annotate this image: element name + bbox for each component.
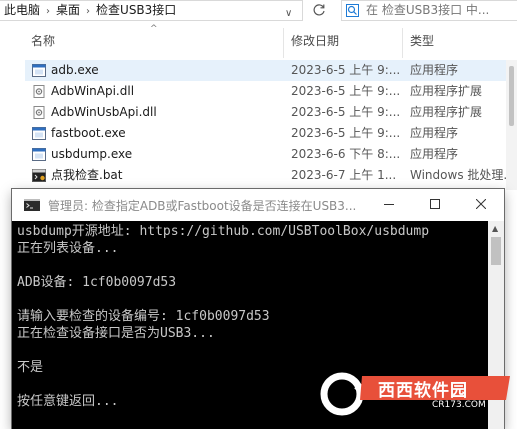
refresh-button[interactable] (306, 0, 332, 21)
maximize-icon (430, 199, 440, 209)
minimize-button[interactable] (366, 189, 412, 221)
column-divider[interactable] (402, 28, 403, 58)
watermark-sub: CR173.COM (432, 400, 486, 410)
maximize-button[interactable] (412, 189, 458, 221)
file-row-fastboot[interactable]: fastboot.exe 2023-6-5 上午 9:... 应用程序 (25, 123, 517, 144)
column-date[interactable]: 修改日期 (291, 33, 339, 49)
minimize-icon (384, 204, 394, 205)
breadcrumb-desktop[interactable]: 桌面 (56, 1, 80, 20)
file-name: 点我检查.bat (51, 168, 123, 182)
exe-icon (32, 64, 46, 77)
file-type: Windows 批处理... (410, 168, 515, 182)
cmd-icon (24, 199, 40, 211)
file-name: fastboot.exe (51, 126, 126, 140)
chevron-right-icon[interactable]: › (40, 2, 56, 21)
file-date: 2023-6-5 上午 9:... (291, 63, 401, 77)
file-date: 2023-6-5 上午 9:... (291, 126, 401, 140)
close-button[interactable] (458, 189, 504, 221)
chevron-right-icon[interactable]: › (80, 2, 96, 21)
scrollbar-thumb[interactable] (509, 66, 514, 126)
file-date: 2023-6-6 下午 8:... (291, 147, 401, 161)
scroll-up-icon[interactable]: ▲ (492, 224, 498, 233)
bat-icon (32, 169, 46, 182)
file-list: adb.exe 2023-6-5 上午 9:... 应用程序 AdbWinApi… (0, 60, 517, 188)
file-date: 2023-6-5 上午 9:... (291, 105, 401, 119)
explorer-scrollbar[interactable] (506, 60, 517, 190)
watermark-text: 西西软件园 (378, 381, 468, 401)
file-row-adbwinapi[interactable]: AdbWinApi.dll 2023-6-5 上午 9:... 应用程序扩展 (25, 81, 517, 102)
console-line: 请输入要检查的设备编号: 1cf0b0097d53 (17, 309, 270, 324)
search-placeholder: 在 检查USB3接口 中... (366, 3, 490, 17)
scrollbar-thumb[interactable] (491, 237, 501, 265)
search-input[interactable]: 在 检查USB3接口 中... (341, 0, 517, 21)
file-type: 应用程序扩展 (410, 105, 483, 119)
file-row-adbwinusbapi[interactable]: AdbWinUsbApi.dll 2023-6-5 上午 9:... 应用程序扩… (25, 102, 517, 123)
chevron-down-icon[interactable]: ∨ (285, 4, 292, 23)
exe-icon (32, 148, 46, 161)
file-type: 应用程序 (410, 147, 459, 161)
file-name: usbdump.exe (51, 147, 133, 161)
file-row-adb[interactable]: adb.exe 2023-6-5 上午 9:... 应用程序 (25, 60, 517, 81)
dll-icon (33, 106, 45, 119)
watermark-logo: 西西软件园 CR173.COM (320, 370, 510, 418)
console-line: 正在列表设备... (17, 241, 119, 256)
file-date: 2023-6-7 上午 1... (291, 168, 397, 182)
file-name: AdbWinApi.dll (51, 84, 135, 98)
console-line: ADB设备: 1cf0b0097d53 (17, 275, 177, 290)
file-type: 应用程序 (410, 63, 459, 77)
file-row-bat[interactable]: 点我检查.bat 2023-6-7 上午 1... Windows 批处理... (25, 165, 517, 186)
console-line: usbdump开源地址: https://github.com/USBToolB… (17, 224, 430, 239)
refresh-icon (313, 4, 325, 16)
column-type[interactable]: 类型 (410, 33, 434, 49)
dll-icon (33, 85, 45, 98)
close-icon (475, 198, 487, 210)
address-bar[interactable]: 此电脑 › 桌面 › 检查USB3接口 ∨ 在 检查USB3接口 中... (0, 0, 517, 22)
file-type: 应用程序扩展 (410, 84, 483, 98)
file-type: 应用程序 (410, 126, 459, 140)
file-name: adb.exe (51, 63, 99, 77)
column-divider[interactable] (283, 28, 284, 58)
exe-icon (32, 127, 46, 140)
breadcrumb-folder[interactable]: 检查USB3接口 (96, 1, 176, 20)
sort-up-icon: ^ (150, 24, 158, 34)
file-row-usbdump[interactable]: usbdump.exe 2023-6-6 下午 8:... 应用程序 (25, 144, 517, 165)
console-title: 管理员: 检查指定ADB或Fastboot设备是否连接在USB3... (48, 199, 357, 213)
file-name: AdbWinUsbApi.dll (51, 105, 157, 119)
column-name[interactable]: 名称 (31, 33, 55, 49)
search-icon (346, 4, 359, 17)
breadcrumb-this-pc[interactable]: 此电脑 (0, 1, 40, 20)
breadcrumb[interactable]: 此电脑 › 桌面 › 检查USB3接口 ∨ (0, 0, 303, 21)
console-line: 正在检查设备接口是否为USB3... (17, 326, 215, 341)
file-date: 2023-6-5 上午 9:... (291, 84, 401, 98)
console-titlebar[interactable]: 管理员: 检查指定ADB或Fastboot设备是否连接在USB3... (12, 189, 504, 221)
column-header: ^ 名称 修改日期 类型 (0, 22, 517, 60)
